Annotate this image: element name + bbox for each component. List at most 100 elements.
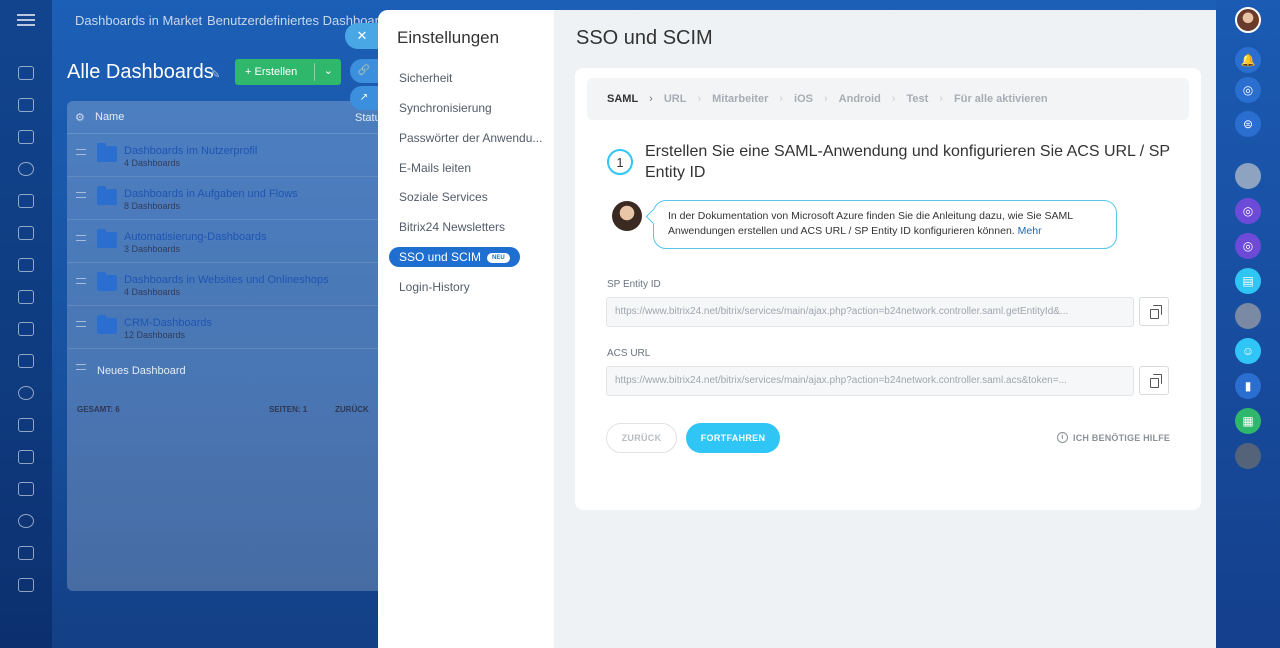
drag-handle-icon[interactable] xyxy=(76,235,86,241)
step-test[interactable]: Test xyxy=(907,93,929,105)
sp-entity-field[interactable]: https://www.bitrix24.net/bitrix/services… xyxy=(606,297,1134,327)
link-icon[interactable]: 🔗 xyxy=(350,59,378,83)
drag-handle-icon[interactable] xyxy=(76,192,86,198)
new-badge: NEU xyxy=(487,252,510,263)
folder-icon xyxy=(97,186,117,205)
cart-icon[interactable] xyxy=(18,546,34,560)
table-row[interactable]: Automatisierung-Dashboards 3 Dashboards xyxy=(67,220,387,263)
step-breadcrumb: SAML › URL › Mitarbeiter › iOS › Android… xyxy=(587,78,1189,120)
table-row[interactable]: Dashboards im Nutzerprofil 4 Dashboards xyxy=(67,134,387,177)
mail-icon[interactable] xyxy=(18,354,34,368)
nav-item-email-forward[interactable]: E-Mails leiten xyxy=(389,158,481,178)
step-url[interactable]: URL xyxy=(664,93,687,105)
step-activate-all[interactable]: Für alle aktivieren xyxy=(954,93,1048,105)
user-avatar[interactable] xyxy=(1235,7,1261,33)
schedule-icon[interactable] xyxy=(18,450,34,464)
more-link[interactable]: Mehr xyxy=(1018,225,1042,237)
table-row[interactable]: Dashboards in Aufgaben und Flows 8 Dashb… xyxy=(67,177,387,220)
file-icon[interactable] xyxy=(18,258,34,272)
new-dashboard-row[interactable]: Neues Dashboard xyxy=(97,365,186,377)
copilot-chat-icon[interactable]: ◎ xyxy=(1235,233,1261,259)
row-name[interactable]: Dashboards im Nutzerprofil xyxy=(124,145,257,157)
menu-icon[interactable] xyxy=(17,14,35,26)
check-icon[interactable] xyxy=(18,514,34,528)
nav-item-login-history[interactable]: Login-History xyxy=(389,277,480,297)
document-icon[interactable] xyxy=(18,130,34,144)
table-row[interactable]: Dashboards in Websites und Onlineshops 4… xyxy=(67,263,387,306)
chevron-down-icon[interactable]: ⌄ xyxy=(324,64,333,77)
home-icon[interactable] xyxy=(18,66,34,80)
step-android[interactable]: Android xyxy=(839,93,881,105)
nav-item-security[interactable]: Sicherheit xyxy=(389,68,462,88)
search-chat-icon[interactable]: ⊜ xyxy=(1235,111,1261,137)
open-external-icon[interactable]: ↗ xyxy=(350,86,378,110)
close-icon[interactable]: ✕ xyxy=(345,23,379,49)
chevron-right-icon: › xyxy=(891,93,896,105)
acs-url-label: ACS URL xyxy=(607,348,651,359)
row-name[interactable]: Dashboards in Websites und Onlineshops xyxy=(124,274,329,286)
nav-item-newsletters[interactable]: Bitrix24 Newsletters xyxy=(389,217,515,237)
contact-avatar[interactable] xyxy=(1235,303,1261,329)
page-title: SSO und SCIM xyxy=(576,27,713,49)
row-count: 12 Dashboards xyxy=(124,330,186,340)
total-count: GESAMT: 6 xyxy=(77,405,120,414)
column-name[interactable]: Name xyxy=(95,111,124,123)
chevron-right-icon: › xyxy=(697,93,702,105)
copy-acs-url-button[interactable] xyxy=(1139,366,1169,395)
task-icon[interactable] xyxy=(18,226,34,240)
nav-item-app-passwords[interactable]: Passwörter der Anwendu... xyxy=(389,128,552,148)
acs-url-field[interactable]: https://www.bitrix24.net/bitrix/services… xyxy=(606,366,1134,396)
page-title: Alle Dashboards xyxy=(67,61,214,83)
sp-entity-label: SP Entity ID xyxy=(607,279,661,290)
calendar-icon[interactable] xyxy=(18,194,34,208)
copilot-chat-icon[interactable]: ◎ xyxy=(1235,198,1261,224)
folder-icon xyxy=(97,315,117,334)
bot-icon[interactable]: ☺ xyxy=(1235,338,1261,364)
drag-handle-icon[interactable] xyxy=(76,321,86,327)
row-name[interactable]: Automatisierung-Dashboards xyxy=(124,231,266,243)
continue-button[interactable]: FORTFAHREN xyxy=(686,423,780,453)
crm-icon[interactable] xyxy=(18,290,34,304)
row-name[interactable]: CRM-Dashboards xyxy=(124,317,212,329)
notes-icon[interactable] xyxy=(18,578,34,592)
chat-icon[interactable] xyxy=(18,98,34,112)
step-saml[interactable]: SAML xyxy=(607,93,638,105)
folder-icon xyxy=(97,272,117,291)
nav-item-label: SSO und SCIM xyxy=(399,250,482,264)
drag-handle-icon[interactable] xyxy=(76,149,86,155)
pager-back[interactable]: ZURÜCK xyxy=(335,405,369,414)
target-icon[interactable] xyxy=(18,162,34,176)
copilot-icon[interactable]: ◎ xyxy=(1235,77,1261,103)
users-icon[interactable] xyxy=(18,386,34,400)
help-link[interactable]: i ICH BENÖTIGE HILFE xyxy=(1057,432,1170,443)
box-icon[interactable] xyxy=(18,322,34,336)
nav-item-sso-scim[interactable]: SSO und SCIM NEU xyxy=(389,247,520,267)
storage-icon[interactable] xyxy=(18,482,34,496)
bookmark-icon[interactable]: ▮ xyxy=(1235,373,1261,399)
page-count: SEITEN: 1 xyxy=(269,405,308,414)
divider xyxy=(314,63,315,81)
channel-icon[interactable]: ▦ xyxy=(1235,408,1261,434)
step-number: 1 xyxy=(607,149,633,175)
table-row[interactable]: CRM-Dashboards 12 Dashboards xyxy=(67,306,387,349)
gear-icon[interactable]: ⚙ xyxy=(75,111,95,124)
nav-item-social-services[interactable]: Soziale Services xyxy=(389,187,498,207)
copy-sp-entity-button[interactable] xyxy=(1139,297,1169,326)
drag-handle-icon[interactable] xyxy=(76,364,86,370)
contact-avatar[interactable] xyxy=(1235,443,1261,469)
step-ios[interactable]: iOS xyxy=(794,93,813,105)
row-name[interactable]: Dashboards in Aufgaben und Flows xyxy=(124,188,298,200)
column-status[interactable]: Statu xyxy=(355,112,381,124)
pin-icon[interactable]: ✎ xyxy=(211,68,220,81)
row-count: 8 Dashboards xyxy=(124,201,181,211)
topbar-link-market[interactable]: Dashboards in Market xyxy=(75,13,202,28)
step-employees[interactable]: Mitarbeiter xyxy=(712,93,768,105)
create-button[interactable]: + Erstellen ⌄ xyxy=(235,59,341,85)
drag-handle-icon[interactable] xyxy=(76,278,86,284)
filter-icon[interactable] xyxy=(18,418,34,432)
contact-avatar[interactable] xyxy=(1235,163,1261,189)
bell-icon[interactable]: 🔔 xyxy=(1235,47,1261,73)
nav-item-sync[interactable]: Synchronisierung xyxy=(389,98,502,118)
back-button[interactable]: ZURÜCK xyxy=(606,423,677,453)
message-icon[interactable]: ▤ xyxy=(1235,268,1261,294)
